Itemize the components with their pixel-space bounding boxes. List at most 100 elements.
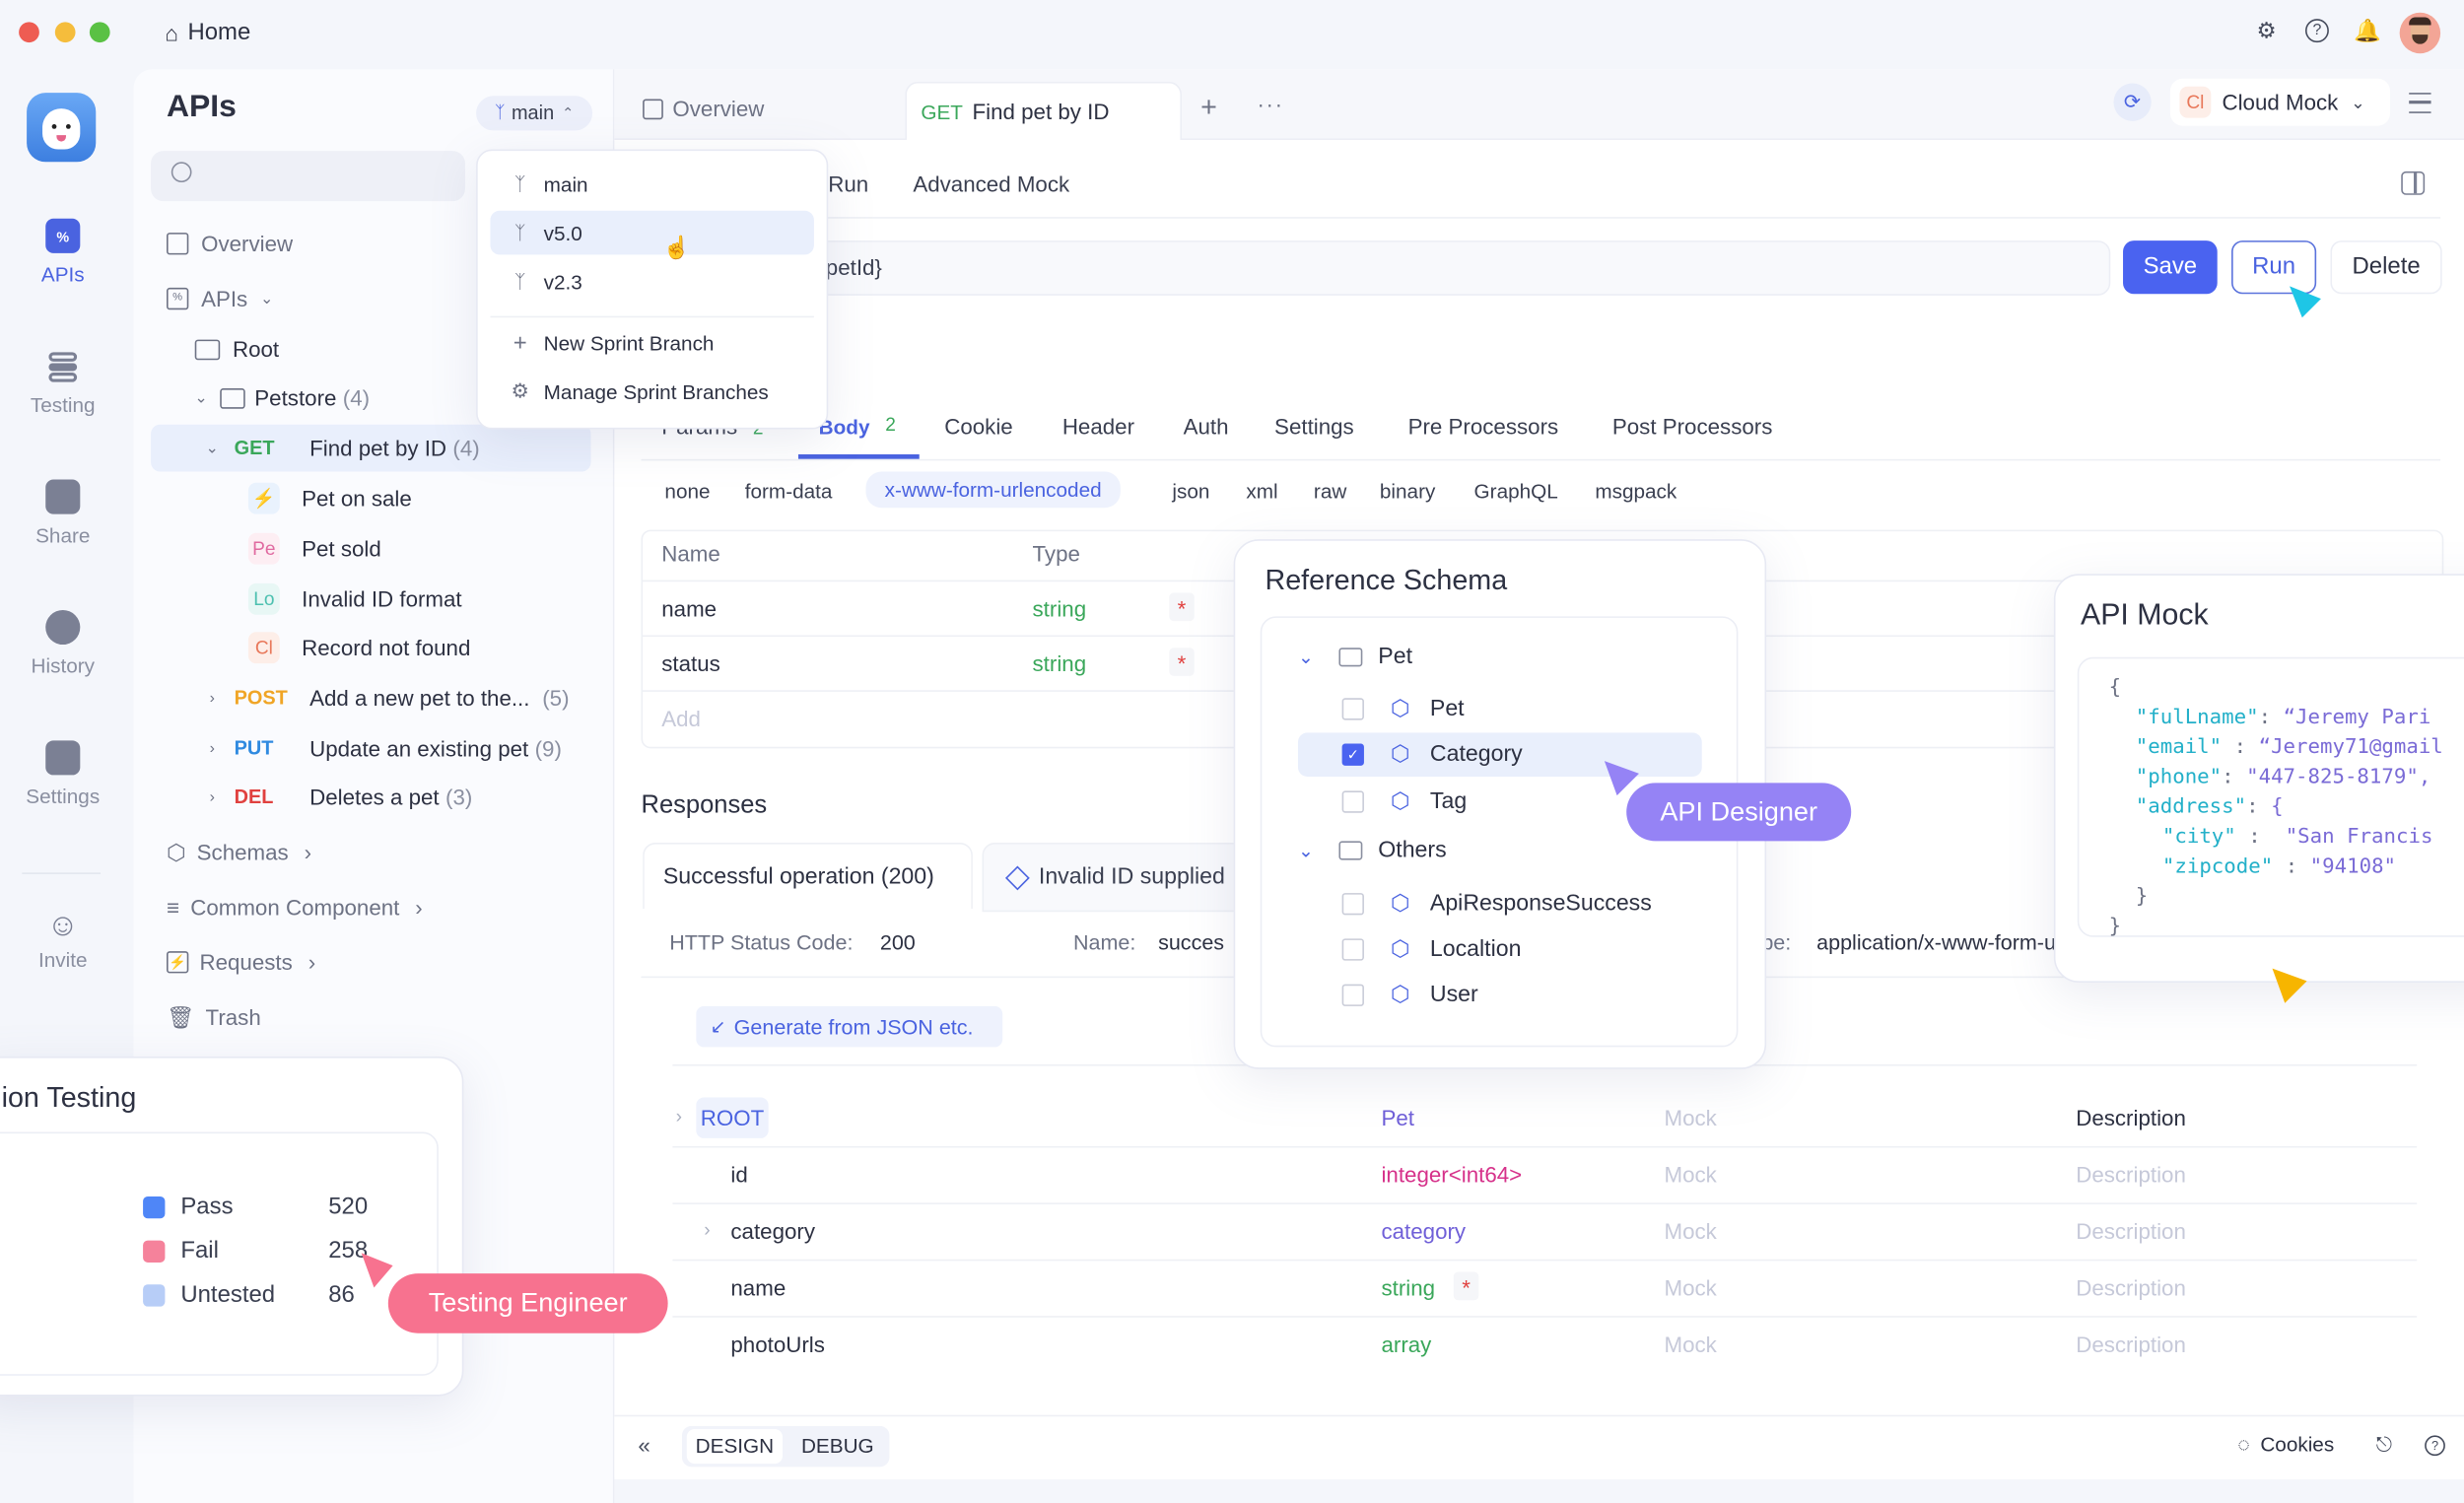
split-view-icon[interactable] xyxy=(2401,171,2426,195)
chevron-right-icon[interactable]: › xyxy=(676,1105,682,1127)
new-sprint-branch-button[interactable]: + New Sprint Branch xyxy=(490,320,813,365)
delete-button[interactable]: Delete xyxy=(2330,240,2442,295)
schema-field-name[interactable]: name xyxy=(730,1275,786,1301)
body-type-graphql[interactable]: GraphQL xyxy=(1474,480,1558,504)
bell-icon[interactable]: 🔔 xyxy=(2354,18,2381,44)
schema-type[interactable]: array xyxy=(1381,1332,1431,1357)
subtab-advanced-mock[interactable]: Advanced Mock xyxy=(913,171,1069,197)
schema-description[interactable]: Description xyxy=(2076,1275,2186,1301)
checkbox-checked[interactable]: ✓ xyxy=(1341,742,1364,766)
schema-mock[interactable]: Mock xyxy=(1664,1275,1716,1301)
request-tab-header[interactable]: Header xyxy=(1062,414,1134,440)
request-tab-body[interactable]: Body 2 xyxy=(819,414,896,440)
response-tab-200[interactable]: Successful operation (200) xyxy=(643,843,973,910)
schema-type[interactable]: Pet xyxy=(1381,1105,1414,1130)
schema-item-pet[interactable]: ⬡ Pet xyxy=(1341,695,1465,721)
url-input[interactable]: :/{petId} xyxy=(641,240,2111,296)
body-type-msgpack[interactable]: msgpack xyxy=(1595,480,1677,504)
schema-type[interactable]: integer<int64> xyxy=(1381,1162,1522,1188)
schema-item-tag[interactable]: ⬡ Tag xyxy=(1341,787,1467,814)
generate-from-json-button[interactable]: ↙ Generate from JSON etc. xyxy=(696,1005,1003,1048)
checkbox[interactable] xyxy=(1341,789,1364,812)
cookies-button[interactable]: ◌ Cookies xyxy=(2237,1432,2334,1456)
collapse-icon[interactable]: « xyxy=(638,1432,650,1458)
branch-switcher-button[interactable]: ᛉ main ⌃ xyxy=(476,96,593,131)
checkbox[interactable] xyxy=(1341,937,1364,960)
request-tab-auth[interactable]: Auth xyxy=(1184,414,1229,440)
minimize-window-button[interactable] xyxy=(54,22,76,43)
subtab-run[interactable]: Run xyxy=(828,171,868,197)
content-type-value[interactable]: application/x-www-form-u xyxy=(1816,930,2056,954)
help-icon[interactable]: ? xyxy=(2425,1435,2445,1457)
schema-mock[interactable]: Mock xyxy=(1664,1332,1716,1357)
tab-find-pet-by-id[interactable]: GET Find pet by ID xyxy=(905,81,1182,140)
endpoint-row[interactable]: › PUT Update an existing pet (9) xyxy=(199,724,639,772)
schema-item-category[interactable]: ✓ ⬡ Category xyxy=(1341,740,1523,767)
response-tab-invalid[interactable]: Invalid ID supplied xyxy=(982,843,1253,913)
request-tab-pre-processors[interactable]: Pre Processors xyxy=(1408,414,1559,440)
avatar[interactable] xyxy=(2399,12,2441,54)
param-type[interactable]: string xyxy=(1033,596,1087,622)
group-row-pet[interactable]: ⌄ Pet xyxy=(1298,645,1412,670)
schema-root-chip[interactable]: ROOT xyxy=(696,1097,769,1138)
mode-design-button[interactable]: DESIGN xyxy=(686,1429,784,1465)
required-marker[interactable]: * xyxy=(1453,1271,1479,1301)
required-marker[interactable]: * xyxy=(1169,592,1195,622)
sidebar-search-input[interactable] xyxy=(151,151,465,202)
body-type-form-data[interactable]: form-data xyxy=(745,480,833,504)
schema-description[interactable]: Description xyxy=(2076,1218,2186,1244)
branch-option-v2-3[interactable]: ᛉ v2.3 xyxy=(490,259,813,304)
maximize-window-button[interactable] xyxy=(89,22,110,43)
checkbox[interactable] xyxy=(1341,697,1364,719)
menu-icon[interactable] xyxy=(2409,93,2431,113)
body-type-binary[interactable]: binary xyxy=(1380,480,1435,504)
response-name-value[interactable]: succes xyxy=(1158,930,1224,954)
save-button[interactable]: Save xyxy=(2123,240,2218,295)
schema-description[interactable]: Description xyxy=(2076,1162,2186,1188)
param-name[interactable]: status xyxy=(661,650,720,676)
required-marker[interactable]: * xyxy=(1169,648,1195,676)
schema-type[interactable]: category xyxy=(1381,1218,1466,1244)
branch-option-v5[interactable]: ᛉ v5.0 xyxy=(490,210,814,255)
body-type-json[interactable]: json xyxy=(1172,480,1209,504)
rail-item-history[interactable]: History xyxy=(0,609,126,678)
sidebar-item-requests[interactable]: ⚡ Requests › xyxy=(167,938,606,986)
checkbox[interactable] xyxy=(1341,983,1364,1006)
sync-button[interactable]: ⟳ xyxy=(2113,83,2152,121)
endpoint-row[interactable]: › DEL Deletes a pet (3) xyxy=(199,774,639,821)
home-breadcrumb[interactable]: ⌂ Home xyxy=(165,19,250,45)
body-type-raw[interactable]: raw xyxy=(1314,480,1346,504)
checkbox[interactable] xyxy=(1341,892,1364,915)
endpoint-row[interactable]: ⌄ GET Find pet by ID (4) xyxy=(199,425,639,472)
schema-mock[interactable]: Mock xyxy=(1664,1218,1716,1244)
group-row-others[interactable]: ⌄ Others xyxy=(1298,838,1447,863)
body-type-none[interactable]: none xyxy=(664,480,710,504)
request-tab-settings[interactable]: Settings xyxy=(1274,414,1354,440)
body-type-x-www-form-urlencoded[interactable]: x-www-form-urlencoded xyxy=(865,471,1121,509)
endpoint-row[interactable]: › POST Add a new pet to the... (5) xyxy=(199,674,639,721)
tab-overview[interactable]: Overview xyxy=(643,96,764,121)
param-type[interactable]: string xyxy=(1033,650,1087,676)
rail-item-testing[interactable]: Testing xyxy=(0,349,126,417)
chevron-right-icon[interactable]: › xyxy=(704,1218,710,1240)
rail-item-settings[interactable]: Settings xyxy=(0,740,126,808)
request-tab-post-processors[interactable]: Post Processors xyxy=(1612,414,1773,440)
status-code-value[interactable]: 200 xyxy=(880,930,916,954)
more-tabs-button[interactable]: ··· xyxy=(1258,92,1284,117)
sidebar-item-common-component[interactable]: ≡ Common Component › xyxy=(167,884,606,931)
mode-debug-button[interactable]: DEBUG xyxy=(792,1429,883,1464)
body-type-xml[interactable]: xml xyxy=(1246,480,1277,504)
branch-option-main[interactable]: ᛉ main xyxy=(490,162,813,206)
schema-field-name[interactable]: category xyxy=(730,1218,815,1244)
request-tab-cookie[interactable]: Cookie xyxy=(944,414,1013,440)
sidebar-item-schemas[interactable]: ⬡ Schemas › xyxy=(167,829,606,876)
schema-mock[interactable]: Mock xyxy=(1664,1162,1716,1188)
schema-mock[interactable]: Mock xyxy=(1664,1105,1716,1130)
schema-item-user[interactable]: ⬡ User xyxy=(1341,981,1478,1007)
add-param-input[interactable]: Add xyxy=(661,706,701,731)
schema-item-apiresponsesuccess[interactable]: ⬡ ApiResponseSuccess xyxy=(1341,890,1652,917)
rail-item-invite[interactable]: ☺ Invite xyxy=(0,909,126,972)
shirt-icon[interactable]: ⎋ xyxy=(2376,1432,2392,1458)
environment-select[interactable]: Cl Cloud Mock ⌄ xyxy=(2169,78,2391,126)
rail-item-share[interactable]: Share xyxy=(0,479,126,547)
